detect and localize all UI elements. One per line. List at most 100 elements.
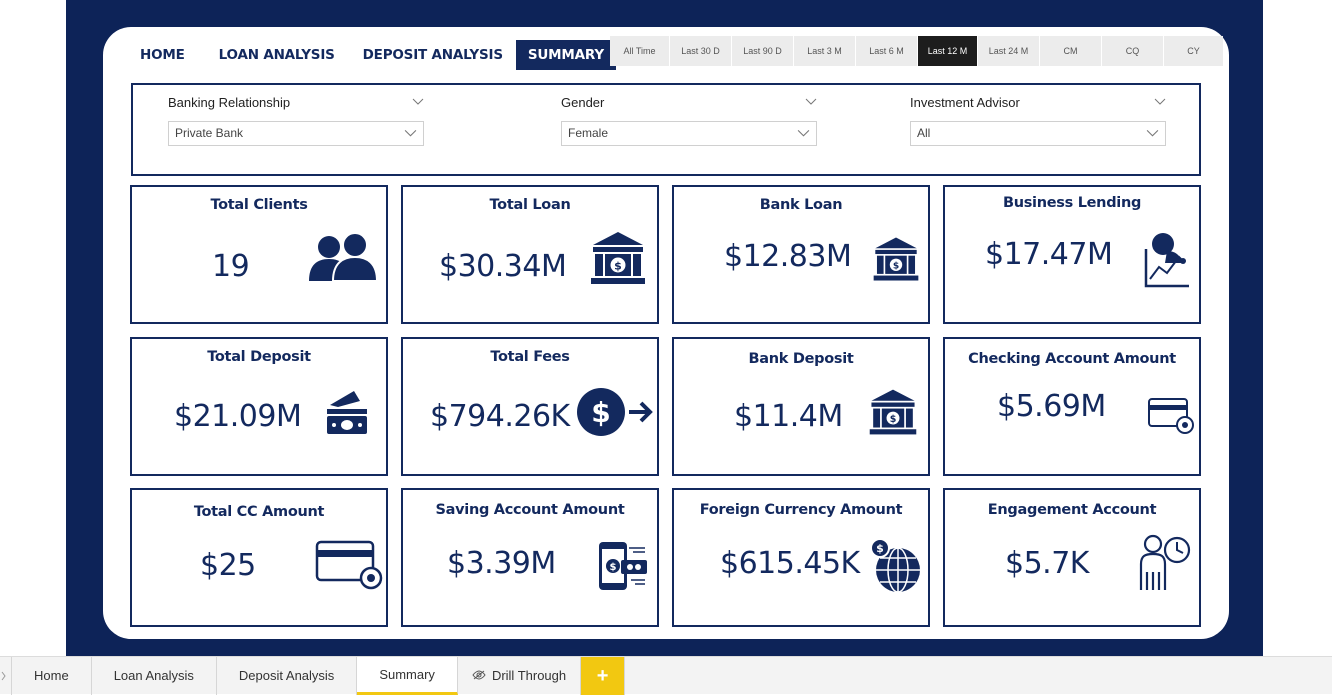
svg-text:$: $ xyxy=(610,562,617,573)
hidden-page-icon xyxy=(472,657,486,695)
svg-text:$: $ xyxy=(614,260,622,273)
chevron-down-icon[interactable] xyxy=(1154,95,1166,107)
kpi-value: $12.83M xyxy=(724,239,852,274)
investment-advisor-header: Investment Advisor xyxy=(910,95,1166,117)
gender-filter: Gender Female xyxy=(561,95,817,146)
kpi-value: $5.7K xyxy=(1005,546,1089,581)
bank-icon: $ xyxy=(868,387,918,442)
time-all-time[interactable]: All Time xyxy=(610,36,669,66)
investment-advisor-filter: Investment Advisor All xyxy=(910,95,1166,146)
kpi-value: $3.39M xyxy=(447,546,556,581)
tab-home[interactable]: Home xyxy=(12,657,92,695)
investment-advisor-value: All xyxy=(917,126,931,140)
time-last-30d[interactable]: Last 30 D xyxy=(670,36,731,66)
kpi-value: $21.09M xyxy=(174,399,302,434)
chevron-down-icon xyxy=(1146,126,1159,139)
time-last-12m[interactable]: Last 12 M xyxy=(918,36,977,66)
kpi-title: Checking Account Amount xyxy=(968,351,1176,367)
time-cq[interactable]: CQ xyxy=(1102,36,1163,66)
kpi-value: $615.45K xyxy=(720,546,860,581)
kpi-total-loan: Total Loan $30.34M $ xyxy=(401,185,659,324)
mobile-payment-icon: $ xyxy=(597,540,649,599)
kpi-title: Total Loan xyxy=(489,197,571,213)
kpi-bank-deposit: Bank Deposit $11.4M $ xyxy=(672,337,930,476)
kpi-title: Saving Account Amount xyxy=(435,502,625,518)
kpi-value: 19 xyxy=(212,249,250,284)
banking-relationship-header: Banking Relationship xyxy=(168,95,424,117)
nav-deposit-analysis-button[interactable]: DEPOSIT ANALYSIS xyxy=(354,40,512,70)
kpi-title: Business Lending xyxy=(1002,195,1142,211)
tab-scroll-left-icon[interactable] xyxy=(0,657,12,695)
kpi-value: $5.69M xyxy=(997,389,1106,424)
svg-text:$: $ xyxy=(876,542,884,555)
business-growth-icon xyxy=(1143,231,1193,294)
time-period-slicer: All Time Last 30 D Last 90 D Last 3 M La… xyxy=(610,36,1224,66)
kpi-total-clients: Total Clients 19 xyxy=(130,185,388,324)
kpi-title: Foreign Currency Amount xyxy=(699,502,903,518)
banking-relationship-label: Banking Relationship xyxy=(168,95,291,110)
banking-relationship-filter: Banking Relationship Private Bank xyxy=(168,95,424,146)
chevron-down-icon xyxy=(404,126,417,139)
gender-label: Gender xyxy=(561,95,605,110)
kpi-title: Total Deposit xyxy=(207,349,311,365)
time-last-6m[interactable]: Last 6 M xyxy=(856,36,917,66)
tab-loan-analysis[interactable]: Loan Analysis xyxy=(92,657,217,695)
time-last-90d[interactable]: Last 90 D xyxy=(732,36,793,66)
page-navigation: HOME LOAN ANALYSIS DEPOSIT ANALYSIS SUMM… xyxy=(131,40,616,70)
bank-icon: $ xyxy=(589,229,647,292)
chevron-down-icon xyxy=(797,126,810,139)
nav-home-button[interactable]: HOME xyxy=(131,40,194,70)
tab-summary[interactable]: Summary xyxy=(357,657,458,695)
banking-relationship-dropdown[interactable]: Private Bank xyxy=(168,121,424,146)
kpi-title: Bank Deposit xyxy=(748,351,854,367)
page-tabs-bar: Home Loan Analysis Deposit Analysis Summ… xyxy=(0,656,1332,695)
investment-advisor-label: Investment Advisor xyxy=(910,95,1020,110)
time-last-24m[interactable]: Last 24 M xyxy=(978,36,1039,66)
tab-drill-through-label: Drill Through xyxy=(491,668,567,683)
gender-value: Female xyxy=(568,126,609,140)
add-page-button[interactable]: + xyxy=(581,657,626,695)
clients-icon xyxy=(307,232,379,288)
globe-dollar-icon: $ xyxy=(868,538,924,601)
kpi-value: $30.34M xyxy=(439,249,567,284)
kpi-saving-account: Saving Account Amount $3.39M $ xyxy=(401,488,659,627)
investment-advisor-dropdown[interactable]: All xyxy=(910,121,1166,146)
chevron-down-icon[interactable] xyxy=(805,95,817,107)
kpi-engagement-account: Engagement Account $5.7K xyxy=(943,488,1201,627)
kpi-value: $25 xyxy=(200,548,256,583)
kpi-foreign-currency: Foreign Currency Amount $615.45K $ xyxy=(672,488,930,627)
kpi-title: Bank Loan xyxy=(759,197,843,213)
gender-header: Gender xyxy=(561,95,817,117)
kpi-title: Total Fees xyxy=(490,349,570,365)
card-settings-icon xyxy=(1147,397,1195,442)
card-settings-icon xyxy=(315,540,385,595)
kpi-title: Total Clients xyxy=(210,197,308,213)
filter-panel: Banking Relationship Private Bank Gender… xyxy=(131,83,1201,176)
time-cy[interactable]: CY xyxy=(1164,36,1223,66)
bank-icon: $ xyxy=(872,235,920,288)
kpi-title: Engagement Account xyxy=(987,502,1157,518)
person-clock-icon xyxy=(1133,530,1193,603)
kpi-title: Total CC Amount xyxy=(193,504,325,520)
nav-summary-button[interactable]: SUMMARY xyxy=(515,40,616,70)
kpi-bank-loan: Bank Loan $12.83M $ xyxy=(672,185,930,324)
kpi-value: $17.47M xyxy=(985,237,1113,272)
kpi-value: $11.4M xyxy=(734,399,843,434)
kpi-business-lending: Business Lending $17.47M xyxy=(943,185,1201,324)
tab-deposit-analysis[interactable]: Deposit Analysis xyxy=(217,657,358,695)
svg-text:$: $ xyxy=(893,262,899,272)
kpi-checking-account: Checking Account Amount $5.69M xyxy=(943,337,1201,476)
dollar-transfer-icon: $ xyxy=(577,387,653,442)
kpi-total-deposit: Total Deposit $21.09M xyxy=(130,337,388,476)
kpi-total-fees: Total Fees $794.26K $ xyxy=(401,337,659,476)
nav-loan-analysis-button[interactable]: LOAN ANALYSIS xyxy=(210,40,344,70)
banking-relationship-value: Private Bank xyxy=(175,126,244,140)
time-cm[interactable]: CM xyxy=(1040,36,1101,66)
cash-deposit-icon xyxy=(324,387,370,442)
tab-drill-through[interactable]: Drill Through xyxy=(458,657,582,695)
time-last-3m[interactable]: Last 3 M xyxy=(794,36,855,66)
kpi-value: $794.26K xyxy=(430,399,570,434)
gender-dropdown[interactable]: Female xyxy=(561,121,817,146)
chevron-down-icon[interactable] xyxy=(412,95,424,107)
svg-text:$: $ xyxy=(890,414,897,425)
